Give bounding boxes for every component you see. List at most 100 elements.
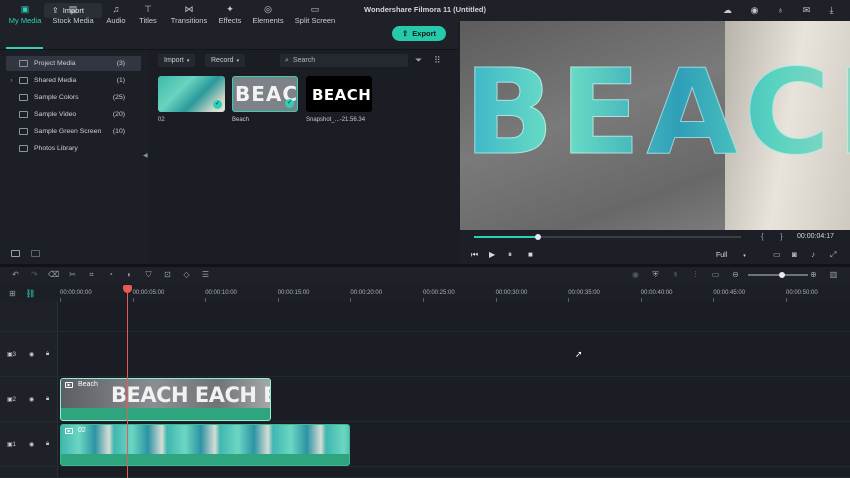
export-button-label: Export: [412, 29, 437, 38]
eye-icon[interactable]: ◉: [29, 441, 34, 448]
ruler-tick-label: 00:00:30:00: [495, 290, 528, 296]
subtitle-icon[interactable]: ▭: [710, 269, 721, 280]
link-icon[interactable]: ⛓: [25, 288, 36, 299]
tab-titles[interactable]: ⊤ Titles: [136, 3, 160, 29]
timeline-clip-beach[interactable]: ▶ Beach BEACH EACH EA: [60, 378, 271, 421]
tab-stock-media[interactable]: ▤ Stock Media: [50, 3, 96, 29]
snapshot-icon[interactable]: ◙: [792, 250, 797, 259]
add-track-icon[interactable]: ⊞: [7, 288, 18, 299]
sidebar-item-project-media[interactable]: Project Media (3): [6, 56, 141, 71]
eye-icon[interactable]: ◉: [29, 351, 34, 358]
mark-out-button[interactable]: }: [780, 232, 783, 241]
ruler-tick-label: 00:00:50:00: [786, 290, 818, 296]
tab-label: Audio: [106, 16, 126, 25]
active-tab-indicator: [6, 47, 43, 49]
media-thumbnail-02[interactable]: ✓: [158, 76, 225, 112]
account-icon[interactable]: ◉: [749, 5, 760, 16]
undo-icon[interactable]: ↶: [10, 269, 21, 280]
search-icon: ⌕: [285, 56, 289, 64]
volume-icon[interactable]: ♪: [811, 250, 815, 259]
dropdown-label: Record: [211, 57, 234, 64]
media-thumbnail-snapshot[interactable]: BEACH: [306, 76, 372, 112]
tab-effects[interactable]: ✦ Effects: [216, 3, 244, 29]
tab-label: Stock Media: [52, 16, 94, 25]
quality-dropdown[interactable]: Full ▾: [716, 252, 746, 259]
folder-icon: ▣: [20, 4, 30, 14]
preview-progress-fill: [474, 236, 539, 238]
clip-title: Beach: [78, 381, 98, 388]
track-number: ▣3: [7, 352, 17, 358]
lock-icon[interactable]: 🔒︎: [46, 351, 49, 358]
marker-icon[interactable]: ⛨: [650, 269, 661, 280]
app-window: ⇪ Import Wondershare Filmora 11 (Untitle…: [0, 0, 850, 478]
grid-view-icon[interactable]: ⠿: [434, 55, 441, 66]
zoom-slider[interactable]: [748, 272, 808, 278]
tab-label: My Media: [8, 16, 42, 25]
record-dropdown[interactable]: Record ▾: [205, 54, 246, 67]
folder-icon[interactable]: [31, 250, 40, 257]
cut-icon[interactable]: ✂: [67, 269, 78, 280]
import-dropdown[interactable]: Import ▾: [158, 54, 196, 67]
timeline-clip-02[interactable]: ▶ 02: [60, 424, 350, 466]
filter-icon[interactable]: ⏷: [415, 55, 422, 66]
eye-icon[interactable]: ◉: [29, 396, 34, 403]
fullscreen-icon[interactable]: ⤢: [830, 250, 836, 260]
keyframe-icon[interactable]: ◇: [181, 269, 192, 280]
redo-icon[interactable]: ↷: [29, 269, 40, 280]
track-header: [0, 302, 58, 331]
microphone-icon[interactable]: ♮: [670, 269, 681, 280]
preview-progress-track[interactable]: [474, 234, 741, 240]
sidebar-item-photos-library[interactable]: Photos Library: [6, 141, 141, 156]
clip-filmstrip-text: BEACH EACH EA: [111, 383, 270, 407]
audio-adjust-icon[interactable]: ☰: [200, 269, 211, 280]
fit-icon[interactable]: ⊡: [162, 269, 173, 280]
preview-viewer: BEACH: [460, 21, 850, 230]
search-input[interactable]: ⌕ Search: [280, 54, 408, 67]
crop-icon[interactable]: ⌗: [86, 269, 97, 280]
download-icon[interactable]: ⤓: [826, 5, 837, 16]
prev-frame-icon[interactable]: ⏮: [471, 250, 478, 260]
tab-elements[interactable]: ◎ Elements: [250, 3, 286, 29]
ruler-tick-label: 00:00:10:00: [205, 290, 237, 296]
tab-split-screen[interactable]: ▭ Split Screen: [292, 3, 338, 29]
chevron-right-icon[interactable]: ›: [6, 78, 17, 84]
tab-my-media[interactable]: ▣ My Media: [6, 3, 44, 29]
collapse-panel-icon[interactable]: ◀: [143, 152, 148, 159]
sidebar-item-sample-video[interactable]: Sample Video (20): [6, 107, 141, 122]
speed-icon[interactable]: ◔: [105, 269, 116, 280]
pause-icon[interactable]: ⏸: [508, 250, 512, 260]
zoom-slider-handle[interactable]: [779, 272, 785, 278]
play-icon[interactable]: ▶: [489, 250, 495, 259]
ruler-tick-label: 00:00:20:00: [350, 290, 383, 296]
ruler-tick-label: 00:00:35:00: [568, 290, 600, 296]
sidebar-item-sample-colors[interactable]: Sample Colors (25): [6, 90, 141, 105]
sidebar-item-count: (3): [116, 60, 125, 67]
ruler-tick-label: 00:00:25:00: [423, 290, 455, 296]
sidebar-item-count: (10): [112, 128, 125, 135]
lock-icon[interactable]: 🔒︎: [46, 396, 49, 403]
folder-icon: [19, 60, 28, 67]
delete-icon[interactable]: ⌫: [48, 269, 59, 280]
mark-in-button[interactable]: {: [761, 232, 764, 241]
layout-icon[interactable]: ▥: [828, 269, 839, 280]
audio-mixer-icon[interactable]: ⫶: [690, 269, 701, 280]
zoom-out-icon[interactable]: ⊖: [730, 269, 741, 280]
sidebar-item-shared-media[interactable]: › Shared Media (1): [6, 73, 141, 88]
tab-transitions[interactable]: ⋈ Transitions: [168, 3, 210, 29]
playhead[interactable]: [127, 290, 128, 478]
sidebar-item-sample-green-screen[interactable]: Sample Green Screen (10): [6, 124, 141, 139]
monitor-icon[interactable]: ▭: [773, 250, 781, 259]
render-icon[interactable]: ◉: [630, 269, 641, 280]
new-folder-icon[interactable]: [11, 250, 20, 257]
media-thumbnail-beach[interactable]: BEACH ✓: [232, 76, 298, 112]
cloud-icon[interactable]: ☁: [722, 5, 733, 16]
color-icon[interactable]: ◐: [124, 269, 135, 280]
mail-icon[interactable]: ✉: [801, 5, 812, 16]
lock-icon[interactable]: 🔒︎: [46, 441, 49, 448]
stop-icon[interactable]: ■: [528, 250, 533, 259]
zoom-in-icon[interactable]: ⊕: [808, 269, 819, 280]
headset-icon[interactable]: ♁: [775, 5, 786, 16]
tab-audio[interactable]: ♫ Audio: [104, 3, 128, 29]
green-screen-icon[interactable]: ⛉: [143, 269, 154, 280]
export-button[interactable]: ⇧ Export: [392, 26, 446, 41]
